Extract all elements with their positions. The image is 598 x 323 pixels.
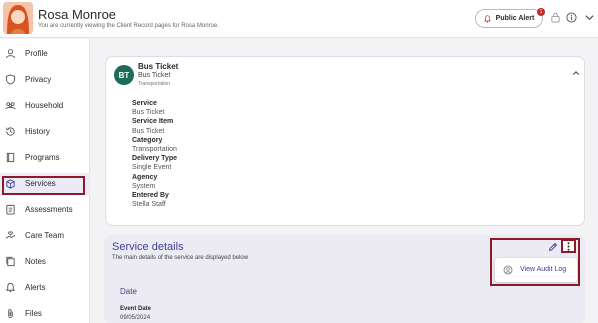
chevron-up-icon[interactable] (572, 69, 580, 77)
field-value: Bus Ticket (132, 127, 165, 135)
field-label: Service Item (132, 118, 174, 126)
sidebar-item-label: Notes (25, 257, 46, 266)
care-team-icon (5, 231, 16, 239)
sidebar-item-programs[interactable]: Programs (0, 147, 90, 169)
public-alert-button[interactable]: Public Alert (475, 9, 543, 28)
service-fields: Service Bus Ticket Service Item Bus Tick… (132, 99, 177, 209)
sidebar-item-label: Files (25, 309, 42, 318)
shield-icon (5, 74, 16, 85)
sidebar-item-alerts[interactable]: Alerts (0, 277, 90, 299)
bell-icon (483, 14, 491, 23)
book-icon (6, 152, 15, 163)
field-label: Entered By (132, 191, 169, 199)
sidebar-item-household[interactable]: Household (0, 95, 90, 117)
sidebar-item-label: Alerts (25, 283, 46, 292)
sidebar-item-label: Care Team (25, 231, 64, 240)
field-label: Service (132, 100, 157, 107)
audit-log-icon (503, 265, 513, 275)
sidebar-item-label: History (25, 127, 50, 136)
history-icon (5, 127, 15, 136)
bell-icon (5, 282, 16, 292)
sidebar-item-assessments[interactable]: Assessments (0, 199, 90, 221)
service-card-subtitle: Bus Ticket (138, 72, 171, 79)
paperclip-icon (8, 309, 13, 319)
view-audit-log-label: View Audit Log (520, 266, 567, 273)
sidebar-item-notes[interactable]: Notes (0, 251, 90, 273)
notes-icon (6, 256, 15, 267)
sidebar-item-care-team[interactable]: Care Team (0, 225, 90, 247)
service-summary-card: BT Bus Ticket Bus Ticket Transportation … (105, 56, 585, 226)
field-label: Delivery Type (132, 155, 178, 163)
field-value: System (132, 182, 156, 190)
client-name: Rosa Monroe (38, 7, 117, 22)
field-label: Category (132, 136, 163, 144)
sidebar-item-files[interactable]: Files (0, 303, 90, 323)
sidebar-item-privacy[interactable]: Privacy (0, 69, 90, 91)
event-date-label: Event Date (120, 306, 152, 312)
people-icon (5, 102, 16, 110)
service-card-category: Transportation (138, 81, 171, 87)
sidebar-item-label: Privacy (25, 75, 52, 84)
service-avatar: BT (114, 65, 134, 85)
public-alert-label: Public Alert (495, 15, 535, 22)
sidebar-item-label: Assessments (25, 205, 73, 214)
date-section-heading: Date (120, 287, 137, 296)
sidebar-item-profile[interactable]: Profile (0, 43, 90, 65)
kebab-menu-icon (567, 241, 570, 251)
edit-pencil-icon[interactable] (548, 242, 558, 252)
services-highlight-box (2, 176, 85, 195)
sidebar-item-label: Household (25, 101, 64, 110)
info-icon[interactable] (566, 12, 577, 23)
event-date-value: 09/05/2024 (120, 315, 151, 321)
service-details-description: The main details of the service are disp… (112, 255, 249, 261)
client-avatar[interactable] (3, 2, 33, 34)
service-card-title: Bus Ticket (138, 62, 179, 71)
person-icon (5, 49, 16, 59)
view-audit-log-menu-item[interactable]: View Audit Log (495, 258, 577, 282)
field-label: Agency (132, 173, 158, 181)
field-value: Single Event (132, 164, 172, 172)
sidebar-item-label: Programs (25, 153, 60, 162)
app-header: Rosa Monroe You are currently viewing th… (0, 0, 598, 38)
lock-icon[interactable] (550, 12, 561, 23)
sidebar-item-label: Profile (25, 49, 48, 58)
client-record-subtitle: You are currently viewing the Client Rec… (38, 23, 219, 29)
field-value: Bus Ticket (132, 109, 165, 117)
alert-count-badge: 1 (537, 8, 545, 16)
sidebar-item-history[interactable]: History (0, 121, 90, 143)
chevron-down-icon[interactable] (584, 12, 595, 23)
field-value: Transportation (132, 145, 177, 153)
clipboard-icon (6, 204, 15, 215)
field-value: Stella Staff (132, 201, 166, 209)
service-details-title: Service details (112, 241, 184, 253)
more-options-button[interactable] (561, 239, 576, 253)
